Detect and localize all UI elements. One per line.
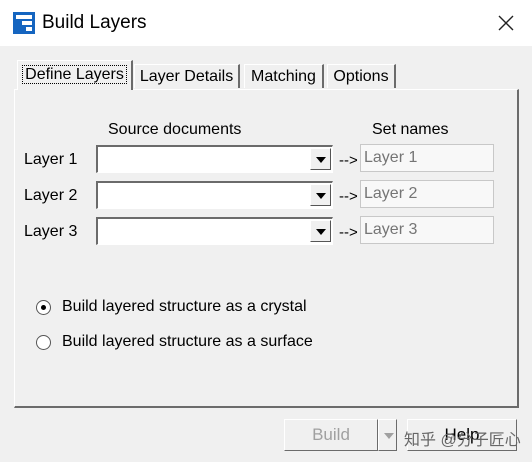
title-bar: Build Layers <box>0 0 532 46</box>
tab-layer-details-label: Layer Details <box>139 68 234 85</box>
build-layers-app-icon <box>13 12 35 34</box>
chevron-down-icon <box>316 229 326 235</box>
crystal-radio-button[interactable] <box>36 300 51 315</box>
surface-radio-button[interactable] <box>36 335 51 350</box>
tab-matching[interactable]: Matching <box>244 64 324 88</box>
layer-3-source-select[interactable] <box>96 217 333 245</box>
layer-2-dropdown-button[interactable] <box>310 184 331 206</box>
layer-3-arrow: --> <box>339 224 358 241</box>
build-dropdown-button[interactable] <box>378 419 397 451</box>
tab-define-layers[interactable]: Define Layers <box>17 60 133 90</box>
tab-options[interactable]: Options <box>327 64 396 88</box>
tab-matching-label: Matching <box>251 68 316 85</box>
layer-1-label: Layer 1 <box>24 151 78 168</box>
layer-3-name-input[interactable] <box>360 216 494 244</box>
build-button-label: Build <box>312 425 350 444</box>
close-icon <box>498 15 514 31</box>
surface-radio-label: Build layered structure as a surface <box>62 333 313 350</box>
tab-options-label: Options <box>333 68 389 85</box>
layer-2-source-select[interactable] <box>96 181 333 209</box>
close-button[interactable] <box>486 8 526 38</box>
set-names-header: Set names <box>372 121 449 138</box>
window-title: Build Layers <box>42 12 147 33</box>
chevron-down-icon <box>384 433 394 439</box>
chevron-down-icon <box>316 157 326 163</box>
watermark: 知乎 @分子匠心 <box>404 432 521 449</box>
layer-2-label: Layer 2 <box>24 187 78 204</box>
source-documents-header: Source documents <box>108 121 242 138</box>
radio-selected-dot <box>41 305 46 310</box>
layer-3-label: Layer 3 <box>24 223 78 240</box>
tab-define-layers-label: Define Layers <box>22 65 127 84</box>
layer-2-name-input[interactable] <box>360 180 494 208</box>
build-button[interactable]: Build <box>284 419 378 451</box>
crystal-radio-label: Build layered structure as a crystal <box>62 298 307 315</box>
chevron-down-icon <box>316 193 326 199</box>
layer-1-dropdown-button[interactable] <box>310 148 331 170</box>
layer-2-arrow: --> <box>339 188 358 205</box>
layer-3-dropdown-button[interactable] <box>310 220 331 242</box>
layer-1-arrow: --> <box>339 152 358 169</box>
layer-1-source-select[interactable] <box>96 145 333 173</box>
tab-layer-details[interactable]: Layer Details <box>134 64 240 88</box>
layer-1-name-input[interactable] <box>360 144 494 172</box>
